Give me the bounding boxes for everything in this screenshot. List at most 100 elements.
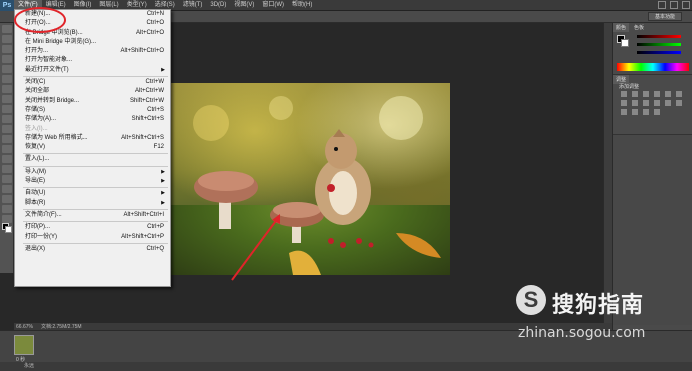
blue-slider[interactable] xyxy=(637,51,681,54)
chipmunk-mushroom-photo[interactable] xyxy=(171,83,450,275)
posterize-icon[interactable] xyxy=(621,109,627,115)
background-color-swatch[interactable] xyxy=(5,226,12,233)
blur-tool-icon[interactable] xyxy=(2,145,12,153)
marquee-tool-icon[interactable] xyxy=(2,35,12,43)
color-panel: 颜色 色板 xyxy=(613,23,692,75)
hand-tool-icon[interactable] xyxy=(2,205,12,213)
threshold-icon[interactable] xyxy=(632,109,638,115)
file-menu-item[interactable]: 存储(S) Ctrl+S xyxy=(15,106,170,115)
curves-icon[interactable] xyxy=(643,91,649,97)
crop-tool-icon[interactable] xyxy=(2,65,12,73)
photo-subjects xyxy=(193,96,441,275)
eyedropper-tool-icon[interactable] xyxy=(2,75,12,83)
close-icon[interactable] xyxy=(682,1,690,9)
lasso-tool-icon[interactable] xyxy=(2,45,12,53)
gradient-map-icon[interactable] xyxy=(654,109,660,115)
menu-item[interactable]: 窗口(W) xyxy=(258,0,288,11)
menu-item[interactable]: 视图(V) xyxy=(230,0,258,11)
menu-item-label: 置入(L)... xyxy=(25,156,50,163)
file-menu-item[interactable]: 存储为 Web 所用格式... Alt+Shift+Ctrl+S xyxy=(15,134,170,143)
path-select-tool-icon[interactable] xyxy=(2,185,12,193)
shape-tool-icon[interactable] xyxy=(2,195,12,203)
menu-item-label: 关闭全部 xyxy=(25,88,50,95)
animation-frame-thumbnail[interactable] xyxy=(14,335,34,355)
file-menu-item[interactable]: 关闭全部 Alt+Ctrl+W xyxy=(15,87,170,96)
clone-stamp-tool-icon[interactable] xyxy=(2,105,12,113)
color-spectrum[interactable] xyxy=(617,63,689,71)
collapsed-panel-strip xyxy=(603,23,612,323)
maximize-icon[interactable] xyxy=(670,1,678,9)
file-menu-item[interactable]: 导出(E) ▶ xyxy=(15,177,170,186)
tools-panel xyxy=(0,23,14,273)
zoom-tool-icon[interactable] xyxy=(2,215,12,223)
menu-item[interactable]: 帮助(H) xyxy=(288,0,316,11)
window-controls xyxy=(658,1,690,9)
green-slider[interactable] xyxy=(637,43,681,46)
zoom-level[interactable]: 66.67% xyxy=(16,324,33,330)
brightness-icon[interactable] xyxy=(621,91,627,97)
levels-icon[interactable] xyxy=(632,91,638,97)
pen-tool-icon[interactable] xyxy=(2,165,12,173)
selective-color-icon[interactable] xyxy=(643,109,649,115)
channel-mixer-icon[interactable] xyxy=(654,100,660,106)
healing-brush-tool-icon[interactable] xyxy=(2,85,12,93)
file-menu-item[interactable]: 打印(P)... Ctrl+P xyxy=(15,223,170,232)
menu-item-label: 退出(X) xyxy=(25,245,45,252)
photo-filter-icon[interactable] xyxy=(643,100,649,106)
dodge-tool-icon[interactable] xyxy=(2,155,12,163)
file-menu-item[interactable]: 打印一份(Y) Alt+Shift+Ctrl+P xyxy=(15,233,170,242)
file-menu-item[interactable]: 打开为智能对象... xyxy=(15,56,170,65)
workspace-button[interactable]: 基本功能 xyxy=(648,12,682,21)
lookup-icon[interactable] xyxy=(665,100,671,106)
menu-separator xyxy=(23,153,168,155)
history-brush-tool-icon[interactable] xyxy=(2,115,12,123)
file-menu-item[interactable]: 脚本(R) ▶ xyxy=(15,199,170,208)
file-menu-item[interactable]: 恢复(V) F12 xyxy=(15,143,170,152)
menu-item[interactable]: 滤镜(T) xyxy=(179,0,207,11)
tab-color[interactable]: 颜色 xyxy=(613,23,630,32)
minimize-icon[interactable] xyxy=(658,1,666,9)
menu-item[interactable]: 3D(D) xyxy=(206,0,230,11)
vibrance-icon[interactable] xyxy=(665,91,671,97)
file-menu-item[interactable]: 关闭并转到 Bridge... Shift+Ctrl+W xyxy=(15,97,170,106)
file-menu-dropdown: 新建(N)... Ctrl+N 打开(O)... Ctrl+O 在 Bridge 中浏览… xyxy=(14,9,171,287)
menu-item-shortcut: Alt+Ctrl+O xyxy=(135,29,164,36)
brush-tool-icon[interactable] xyxy=(2,95,12,103)
loop-option[interactable]: 永远 xyxy=(24,363,34,369)
annotation-ellipse xyxy=(14,7,66,33)
color-bg-swatch[interactable] xyxy=(621,39,629,47)
eraser-tool-icon[interactable] xyxy=(2,125,12,133)
menu-item-label: 打印(P)... xyxy=(25,224,50,231)
file-menu-item[interactable]: 在 Mini Bridge 中浏览(G)... xyxy=(15,38,170,47)
tab-swatches[interactable]: 色板 xyxy=(630,23,647,32)
file-menu-item[interactable]: 最近打开文件(T) ▶ xyxy=(15,66,170,75)
bw-icon[interactable] xyxy=(632,100,638,106)
menu-item-shortcut: Alt+Ctrl+W xyxy=(134,88,164,95)
red-slider[interactable] xyxy=(637,35,681,38)
file-menu-item[interactable]: 关闭(C) Ctrl+W xyxy=(15,78,170,87)
menu-item-label: 在 Mini Bridge 中浏览(G)... xyxy=(25,38,97,45)
invert-icon[interactable] xyxy=(676,100,682,106)
file-menu-item[interactable]: 导入(M) ▶ xyxy=(15,168,170,177)
file-menu-item[interactable]: 文件简介(F)... Alt+Shift+Ctrl+I xyxy=(15,211,170,220)
quick-select-tool-icon[interactable] xyxy=(2,55,12,63)
move-tool-icon[interactable] xyxy=(2,25,12,33)
file-menu-item[interactable]: 自动(U) ▶ xyxy=(15,189,170,198)
file-menu-item[interactable]: 退出(X) Ctrl+Q xyxy=(15,245,170,254)
menu-item-label: 打开为智能对象... xyxy=(25,57,73,64)
gradient-tool-icon[interactable] xyxy=(2,135,12,143)
menu-item-label: 关闭(C) xyxy=(25,79,46,86)
menu-item-label: 自动(U) xyxy=(25,190,46,197)
sogou-watermark: S 搜狗指南 zhinan.sogou.com xyxy=(512,285,690,345)
menu-item-shortcut: Ctrl+P xyxy=(147,224,164,231)
type-tool-icon[interactable] xyxy=(2,175,12,183)
hue-icon[interactable] xyxy=(676,91,682,97)
color-balance-icon[interactable] xyxy=(621,100,627,106)
file-menu-item[interactable]: 置入(L)... xyxy=(15,155,170,164)
exposure-icon[interactable] xyxy=(654,91,660,97)
file-menu-item[interactable]: 存储为(A)... Shift+Ctrl+S xyxy=(15,115,170,124)
menu-item-shortcut: Ctrl+Q xyxy=(146,245,164,252)
menu-item-shortcut: Ctrl+N xyxy=(146,11,164,17)
menu-item-shortcut: F12 xyxy=(153,144,164,151)
file-menu-item[interactable]: 打开为... Alt+Shift+Ctrl+O xyxy=(15,47,170,56)
